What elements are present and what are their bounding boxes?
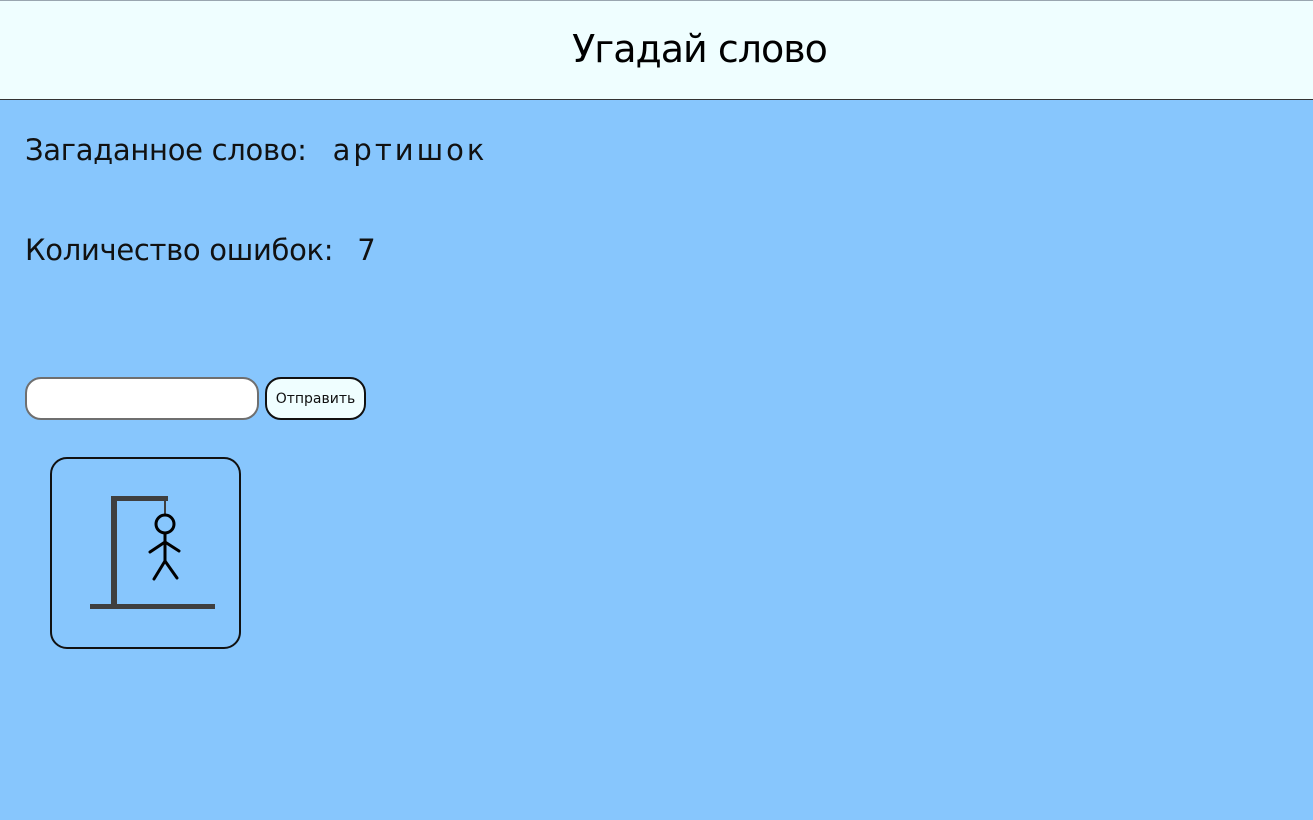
secret-word-label: Загаданное слово: bbox=[25, 133, 307, 167]
gallows-beam bbox=[111, 496, 168, 501]
errors-count: 7 bbox=[357, 233, 376, 267]
secret-word-value: артишок bbox=[332, 133, 488, 167]
gallows-base bbox=[90, 604, 215, 609]
gallows-post bbox=[111, 496, 117, 606]
figure-right-arm bbox=[163, 540, 181, 553]
figure-head bbox=[154, 513, 176, 535]
secret-word-row: Загаданное слово: артишок bbox=[25, 133, 487, 167]
figure-left-leg bbox=[152, 559, 167, 581]
figure-right-leg bbox=[163, 559, 179, 580]
figure-left-arm bbox=[148, 540, 167, 554]
hangman-frame bbox=[50, 457, 241, 649]
letter-input[interactable] bbox=[25, 377, 259, 420]
header: Угадай слово bbox=[0, 0, 1313, 100]
submit-button[interactable]: Отправить bbox=[265, 377, 366, 420]
hangman-gallows-icon bbox=[90, 496, 215, 609]
errors-row: Количество ошибок: 7 bbox=[25, 233, 376, 267]
page-title: Угадай слово bbox=[572, 27, 828, 71]
errors-label: Количество ошибок: bbox=[25, 233, 334, 267]
gallows bbox=[90, 496, 215, 609]
hanged-figure bbox=[148, 513, 181, 581]
